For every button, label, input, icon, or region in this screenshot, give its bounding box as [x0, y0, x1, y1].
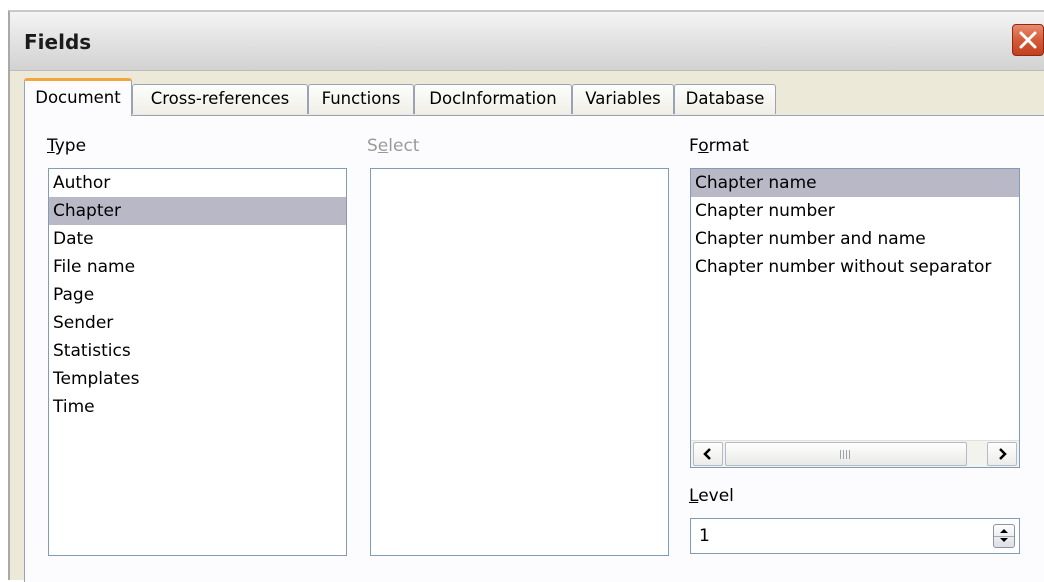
scroll-left-button[interactable] [693, 442, 723, 466]
type-label-rest: ype [54, 136, 87, 156]
close-button[interactable] [1012, 24, 1044, 56]
format-item-chapter-number-without-separator[interactable]: Chapter number without separator [691, 253, 1019, 281]
tab-functions[interactable]: Functions [308, 84, 414, 114]
format-item-chapter-name[interactable]: Chapter name [691, 169, 1019, 197]
tab-variables-label: Variables [585, 89, 661, 108]
format-item-chapter-number-and-name[interactable]: Chapter number and name [691, 225, 1019, 253]
fields-dialog: Fields Document Cross-references Functio… [8, 10, 1044, 582]
chevron-left-icon [703, 448, 711, 460]
tab-database[interactable]: Database [674, 84, 776, 114]
type-item-templates[interactable]: Templates [49, 365, 346, 393]
chevron-down-icon [1000, 538, 1008, 542]
tab-document[interactable]: Document [24, 78, 132, 116]
type-listbox[interactable]: Author Chapter Date File name Page Sende… [48, 168, 347, 556]
select-listbox[interactable] [370, 168, 669, 556]
format-item-chapter-number[interactable]: Chapter number [691, 197, 1019, 225]
type-label-mnemonic: T [47, 136, 55, 156]
chevron-right-icon [999, 448, 1007, 460]
type-item-chapter[interactable]: Chapter [49, 197, 346, 225]
type-item-page[interactable]: Page [49, 281, 346, 309]
level-spin-field[interactable]: 1 [690, 518, 1020, 554]
tab-docinformation[interactable]: DocInformation [414, 84, 572, 114]
select-label-mnemonic: e [377, 136, 389, 156]
level-spin-buttons[interactable] [993, 524, 1015, 548]
level-value: 1 [699, 526, 710, 546]
tab-database-label: Database [685, 89, 765, 108]
select-label-rest: lect [388, 136, 420, 156]
type-item-date[interactable]: Date [49, 225, 346, 253]
type-item-statistics[interactable]: Statistics [49, 337, 346, 365]
type-item-sender[interactable]: Sender [49, 309, 346, 337]
format-listbox[interactable]: Chapter name Chapter number Chapter numb… [690, 168, 1020, 468]
close-icon [1019, 31, 1037, 49]
format-horizontal-scrollbar[interactable] [691, 440, 1019, 467]
format-label-mnemonic: o [698, 136, 709, 156]
select-label: Select [367, 136, 419, 156]
tab-cross-references[interactable]: Cross-references [132, 84, 308, 114]
type-item-file-name[interactable]: File name [49, 253, 346, 281]
title-bar[interactable]: Fields [10, 12, 1044, 71]
dialog-title: Fields [24, 30, 92, 54]
level-label: Level [689, 486, 734, 506]
chevron-up-icon [1000, 529, 1008, 533]
format-label: Format [689, 136, 749, 156]
tab-functions-label: Functions [321, 89, 401, 108]
format-label-pre: F [689, 136, 699, 156]
scroll-right-button[interactable] [987, 442, 1017, 466]
tab-variables[interactable]: Variables [572, 84, 674, 114]
select-label-pre: S [367, 136, 378, 156]
type-item-time[interactable]: Time [49, 393, 346, 421]
tab-docinformation-label: DocInformation [429, 89, 557, 108]
tab-cross-references-label: Cross-references [150, 89, 290, 108]
type-label: Type [47, 136, 86, 156]
level-label-rest: evel [698, 486, 734, 506]
tab-document-label: Document [35, 88, 121, 107]
scroll-thumb[interactable] [725, 442, 967, 466]
level-spin-down-button[interactable] [994, 536, 1014, 547]
level-label-mnemonic: L [689, 486, 699, 506]
type-item-author[interactable]: Author [49, 169, 346, 197]
format-label-rest: rmat [708, 136, 749, 156]
scroll-thumb-grip [840, 450, 852, 459]
